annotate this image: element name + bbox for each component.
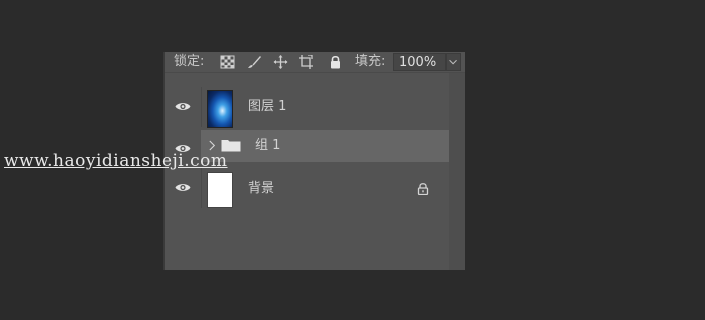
fill-dropdown-button[interactable] bbox=[446, 53, 461, 71]
watermark: www.haoyidiansheji.com bbox=[4, 151, 228, 171]
eye-icon[interactable] bbox=[175, 101, 191, 112]
eye-icon[interactable] bbox=[175, 182, 191, 193]
lock-icon bbox=[417, 183, 429, 195]
chevron-right-icon[interactable] bbox=[208, 140, 217, 151]
lock-all-icon[interactable] bbox=[328, 55, 343, 69]
lock-label: 锁定: bbox=[174, 54, 205, 69]
chevron-down-icon bbox=[449, 59, 457, 65]
fill-value: 100% bbox=[399, 55, 437, 70]
divider bbox=[201, 87, 202, 127]
group-row[interactable]: 组 1 bbox=[201, 130, 449, 162]
layer-thumbnail bbox=[207, 172, 233, 208]
fill-label: 填充: bbox=[355, 54, 386, 69]
lock-transparent-pixels-icon[interactable] bbox=[220, 55, 235, 69]
scrollbar[interactable] bbox=[449, 73, 465, 270]
layer-name: 背景 bbox=[248, 181, 275, 196]
folder-icon bbox=[221, 140, 241, 152]
lock-position-icon[interactable] bbox=[273, 55, 288, 69]
lock-toolbar: 锁定: 填充: 100% bbox=[163, 52, 465, 73]
layer-row[interactable]: 背景 bbox=[163, 168, 449, 208]
fill-input[interactable]: 100% bbox=[393, 53, 446, 71]
group-name: 组 1 bbox=[255, 138, 281, 153]
layer-name: 图层 1 bbox=[248, 99, 287, 114]
divider bbox=[201, 168, 202, 208]
lock-image-pixels-icon[interactable] bbox=[247, 55, 262, 69]
layer-row[interactable]: 图层 1 bbox=[163, 87, 449, 128]
layer-thumbnail bbox=[207, 90, 233, 128]
lock-artboard-icon[interactable] bbox=[299, 55, 314, 69]
